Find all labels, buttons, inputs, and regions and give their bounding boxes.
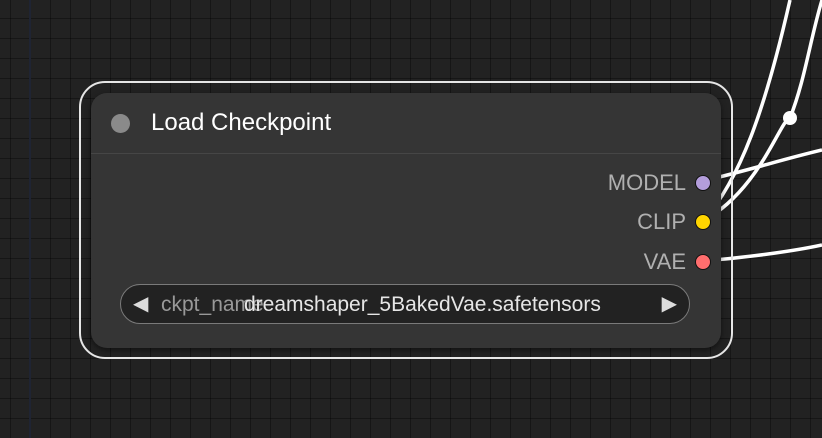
output-model[interactable]: MODEL [608, 169, 711, 197]
output-slot-model-icon[interactable] [695, 175, 711, 191]
combo-prev-arrow-icon[interactable]: ◀ [133, 292, 148, 316]
link-reroute-dot [783, 111, 797, 125]
node-header[interactable]: Load Checkpoint [91, 93, 721, 154]
output-clip[interactable]: CLIP [637, 208, 711, 236]
output-slot-clip-icon[interactable] [695, 214, 711, 230]
output-label-vae: VAE [643, 249, 686, 274]
graph-canvas[interactable]: Load Checkpoint MODEL CLIP VAE ◀ ckpt_na… [0, 0, 822, 438]
load-checkpoint-node[interactable]: Load Checkpoint MODEL CLIP VAE ◀ ckpt_na… [91, 93, 721, 348]
node-title: Load Checkpoint [151, 109, 332, 136]
output-label-model: MODEL [607, 170, 686, 195]
collapse-toggle-icon[interactable] [111, 114, 130, 133]
output-vae[interactable]: VAE [644, 248, 711, 276]
ckpt-name-combo[interactable]: ◀ ckpt_name dreamshaper_5BakedVae.safete… [120, 284, 690, 324]
combo-next-arrow-icon[interactable]: ▶ [662, 292, 677, 316]
combo-widget-value: dreamshaper_5BakedVae.safetensors [244, 293, 601, 316]
output-slot-vae-icon[interactable] [695, 254, 711, 270]
output-label-clip: CLIP [637, 209, 686, 234]
